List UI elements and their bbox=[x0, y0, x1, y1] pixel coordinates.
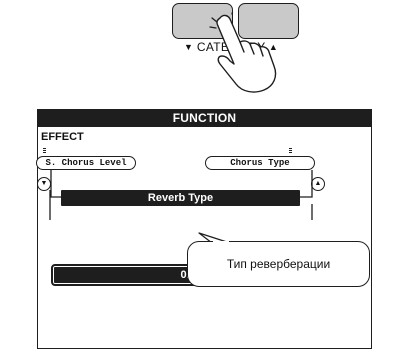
callout-pointer-cover bbox=[213, 241, 229, 243]
